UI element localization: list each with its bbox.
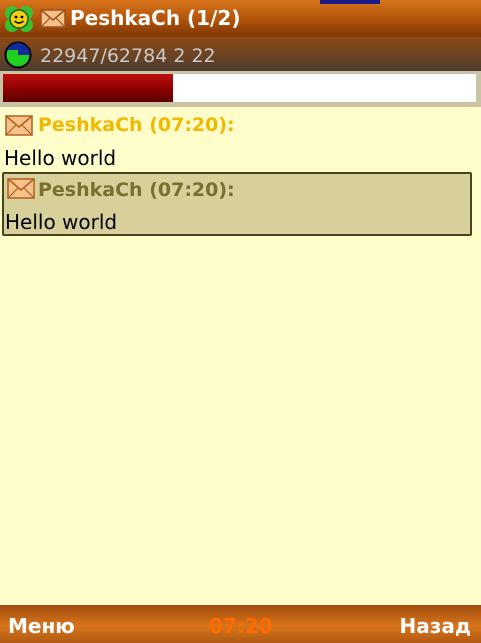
clock: 07:20: [209, 614, 273, 638]
envelope-icon: [40, 7, 66, 33]
message-sender: PeshkaCh (07:20):: [38, 114, 235, 136]
message-item-selected[interactable]: PeshkaCh (07:20): Hello world: [2, 172, 472, 236]
title-bar: PeshkaCh (1/2): [0, 0, 481, 37]
moon-globe-icon: [4, 41, 32, 73]
progress-track: [3, 74, 476, 102]
progress-fill: [3, 74, 174, 102]
menu-softkey[interactable]: Меню: [8, 614, 75, 638]
envelope-icon: [5, 113, 33, 141]
message-sender: PeshkaCh (07:20):: [38, 179, 235, 201]
envelope-icon: [7, 176, 35, 204]
flower-smiley-icon: [4, 5, 34, 37]
message-text: Hello world: [5, 210, 118, 234]
status-bar: 22947/62784 2 22: [0, 37, 481, 71]
softkey-bar: Меню 07:20 Назад: [0, 605, 481, 643]
progress-bar: [0, 71, 481, 107]
traffic-counter: 22947/62784 2 22: [40, 45, 216, 67]
message-item[interactable]: PeshkaCh (07:20): Hello world: [0, 108, 475, 170]
message-text: Hello world: [4, 146, 117, 170]
window-title: PeshkaCh (1/2): [70, 6, 241, 30]
title-topline: [320, 0, 380, 4]
back-softkey[interactable]: Назад: [399, 614, 471, 638]
